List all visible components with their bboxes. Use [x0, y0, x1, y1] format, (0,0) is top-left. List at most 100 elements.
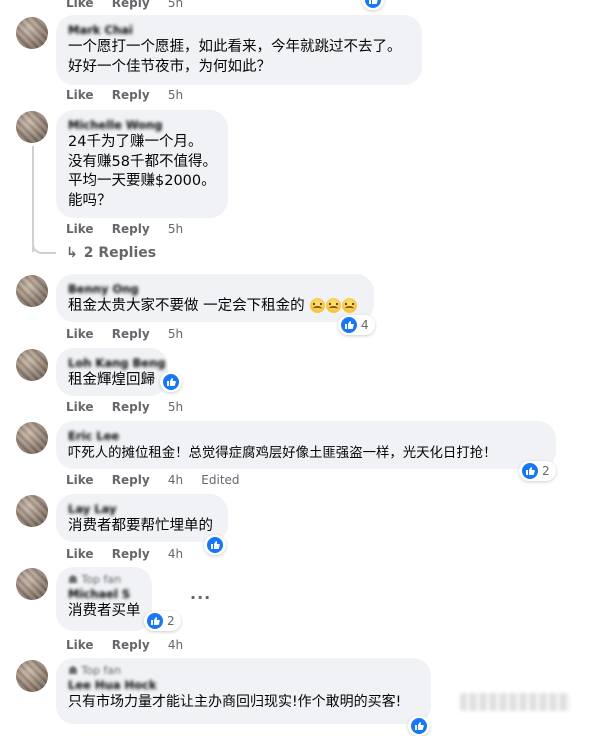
avatar[interactable]: [16, 111, 48, 143]
commenter-name[interactable]: Loh Kang Beng: [68, 356, 166, 371]
comment-text-line: 只有市场力量才能让主办商回归现实!作个敢明的买客!: [68, 694, 402, 710]
commenter-name[interactable]: Benny Ong: [68, 282, 362, 297]
comment-bubble: ☗ Top fan Lee Hua Hock 只有市场力量才能让主办商回归现实!…: [56, 658, 431, 724]
like-link[interactable]: Like: [66, 400, 94, 414]
comment-bubble: Mark Chai 一个愿打一个愿捱，如此看来，今年就跳过不去了。 好好一个佳节…: [56, 15, 422, 85]
reaction-badge[interactable]: [362, 0, 384, 10]
reaction-badge[interactable]: [204, 535, 226, 555]
comment-text-line: 能吗？: [68, 192, 112, 209]
like-reaction-icon: [365, 0, 381, 8]
edited-label: Edited: [201, 473, 240, 487]
commenter-name[interactable]: Mark Chai: [68, 23, 410, 38]
top-fan-badge-icon: ☗: [68, 573, 78, 586]
top-fan-label: Top fan: [81, 573, 122, 586]
comment-bubble: Eric Lee 吓死人的摊位租金！总觉得症腐鸡层好像土匪强盗一样，光天化日打抢…: [56, 421, 556, 469]
sad-face-emoji-icon: [342, 298, 358, 313]
avatar[interactable]: [16, 495, 48, 527]
replies-count-label: 2 Replies: [83, 245, 157, 261]
top-fan-badge: ☗ Top fan: [68, 573, 140, 587]
comment-text: 租金太贵大家不要做 一定会下租金的: [68, 298, 305, 314]
sad-face-emoji-icon: [326, 298, 342, 313]
avatar[interactable]: [16, 568, 48, 600]
like-link[interactable]: Like: [66, 88, 94, 102]
comment-bubble: ☗ Top fan Michael S 消费者买单: [56, 567, 152, 631]
like-link[interactable]: Like: [66, 547, 94, 561]
commenter-name[interactable]: Michelle Wong: [68, 118, 216, 133]
reaction-count: 2: [542, 464, 550, 478]
reply-link[interactable]: Reply: [112, 400, 150, 414]
like-link[interactable]: Like: [66, 0, 94, 10]
comment-bubble: Michelle Wong 24千为了赚一个月。 没有赚58千都不值得。 平均一…: [56, 110, 228, 218]
comment-text-line: 平均一天要赚$2000。: [68, 173, 216, 189]
comment-text-line: 好好一个佳节夜市，为何如此？: [68, 58, 271, 75]
avatar[interactable]: [16, 275, 48, 307]
reaction-badge[interactable]: 4: [338, 315, 375, 335]
reply-link[interactable]: Reply: [112, 547, 150, 561]
like-link[interactable]: Like: [66, 327, 94, 341]
timestamp[interactable]: 4h: [168, 638, 183, 652]
commenter-name[interactable]: Lee Hua Hock: [68, 678, 419, 693]
comment-actions: Like Reply 4h: [66, 547, 197, 563]
like-link[interactable]: Like: [66, 638, 94, 652]
reaction-badge[interactable]: 2: [519, 461, 556, 481]
timestamp[interactable]: 5h: [168, 222, 183, 236]
comment-text-line: 租金輝煌回歸: [68, 372, 155, 388]
like-link[interactable]: Like: [66, 222, 94, 236]
like-reaction-icon: [163, 374, 179, 390]
comment-actions: Like Reply 4h Edited: [66, 473, 254, 489]
comment-text-line: 24千为了赚一个月。: [68, 134, 203, 150]
reply-link[interactable]: Reply: [112, 638, 150, 652]
timestamp[interactable]: 5h: [168, 327, 183, 341]
reply-link[interactable]: Reply: [112, 88, 150, 102]
reply-link[interactable]: Reply: [112, 0, 150, 10]
avatar[interactable]: [16, 17, 48, 49]
more-options-icon[interactable]: ···: [190, 588, 211, 607]
timestamp[interactable]: 5h: [168, 0, 183, 10]
comment-actions: Like Reply 5h: [66, 222, 197, 238]
comment-actions-top: Like Reply 5h: [66, 0, 197, 12]
comment-actions: Like Reply 5h: [66, 400, 197, 416]
reply-link[interactable]: Reply: [112, 222, 150, 236]
like-reaction-icon: [207, 537, 223, 553]
comment-bubble: Lay Lay 消费者都要帮忙埋单的: [56, 494, 228, 542]
comment-actions: Like Reply 5h: [66, 88, 197, 104]
avatar[interactable]: [16, 660, 48, 692]
comment-actions: Like Reply 5h: [66, 327, 197, 343]
comment-bubble: Loh Kang Beng 租金輝煌回歸: [56, 348, 168, 396]
reply-arrow-icon: ↳: [66, 245, 78, 261]
commenter-name[interactable]: Eric Lee: [68, 429, 544, 444]
like-link[interactable]: Like: [66, 473, 94, 487]
commenter-name[interactable]: Michael S: [68, 587, 140, 602]
timestamp[interactable]: 4h: [168, 547, 183, 561]
comment-text-line: 吓死人的摊位租金！总觉得症腐鸡层好像土匪强盗一样，光天化日打抢！: [68, 446, 497, 461]
comment-bubble: Benny Ong 租金太贵大家不要做 一定会下租金的: [56, 274, 374, 322]
top-fan-badge: ☗ Top fan: [68, 664, 419, 678]
avatar[interactable]: [16, 349, 48, 381]
timestamp[interactable]: 5h: [168, 88, 183, 102]
view-replies-link[interactable]: ↳ 2 Replies: [66, 245, 156, 261]
like-reaction-icon: [411, 718, 427, 734]
reaction-count: 4: [361, 318, 369, 332]
comment-text-line: 租金太贵大家不要做 一定会下租金的: [68, 297, 362, 317]
comment-text-line: 没有赚58千都不值得。: [68, 153, 217, 170]
timestamp[interactable]: 4h: [168, 473, 183, 487]
comment-actions: Like Reply 4h: [66, 638, 197, 654]
like-reaction-icon: [522, 463, 538, 479]
reaction-count: 2: [167, 614, 175, 628]
thread-line-curve: [32, 236, 56, 254]
reaction-badge[interactable]: [408, 716, 430, 736]
comment-text-line: 消费者都要帮忙埋单的: [68, 518, 213, 534]
reply-link[interactable]: Reply: [112, 473, 150, 487]
avatar[interactable]: [16, 422, 48, 454]
reply-link[interactable]: Reply: [112, 327, 150, 341]
sad-face-emoji-icon: [310, 298, 326, 313]
timestamp[interactable]: 5h: [168, 400, 183, 414]
top-fan-badge-icon: ☗: [68, 664, 78, 677]
reaction-badge[interactable]: [160, 372, 182, 392]
comment-text-line: 一个愿打一个愿捱，如此看来，今年就跳过不去了。: [68, 39, 402, 55]
comment-text-line: 消费者买单: [68, 603, 141, 619]
reaction-badge[interactable]: 2: [144, 611, 181, 631]
top-fan-label: Top fan: [81, 664, 122, 677]
commenter-name[interactable]: Lay Lay: [68, 502, 216, 517]
like-reaction-icon: [147, 613, 163, 629]
